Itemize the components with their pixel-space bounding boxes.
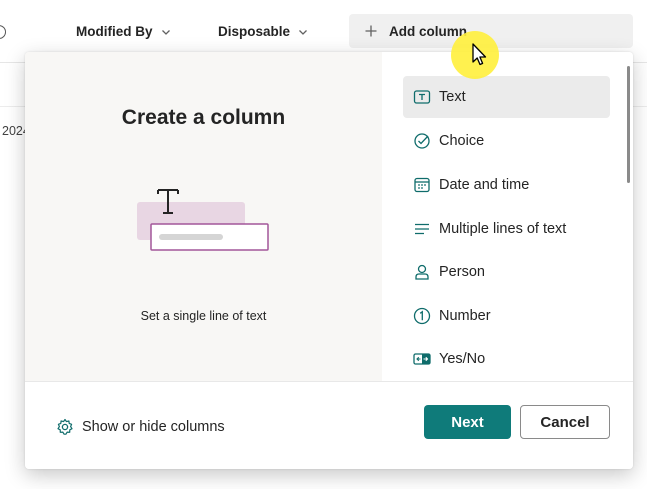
yes-no-toggle-icon: [413, 353, 431, 365]
mouse-pointer-icon: [472, 43, 487, 66]
column-type-label: Multiple lines of text: [439, 221, 567, 237]
show-hide-label: Show or hide columns: [82, 419, 225, 435]
column-type-list: Text Choice Date and time Multiple lines…: [382, 52, 633, 381]
column-header-label: Disposable: [218, 24, 291, 39]
multiline-text-icon: [415, 223, 429, 235]
column-type-label: Person: [439, 264, 485, 280]
column-type-label: Date and time: [439, 177, 530, 193]
column-type-choice[interactable]: Choice: [403, 120, 610, 162]
column-type-label: Choice: [439, 133, 485, 149]
column-type-date-and-time[interactable]: Date and time: [403, 164, 610, 206]
preview-description: Set a single line of text: [140, 309, 267, 323]
column-header-disposable[interactable]: Disposable: [218, 24, 308, 39]
chevron-down-icon: [161, 29, 170, 35]
column-status-icon: [0, 25, 6, 39]
text-column-illustration: [137, 189, 269, 251]
column-type-label: Number: [439, 308, 491, 324]
type-list-scrollbar[interactable]: [627, 66, 630, 183]
calendar-icon: [414, 177, 430, 193]
show-hide-columns-link[interactable]: Show or hide columns: [56, 418, 225, 436]
column-header-label: Modified By: [76, 24, 153, 39]
chevron-down-icon: [299, 29, 307, 35]
number-icon: [413, 307, 431, 325]
column-type-number[interactable]: Number: [403, 295, 610, 337]
column-type-yes-no[interactable]: Yes/No: [403, 338, 610, 380]
column-header-modified-by[interactable]: Modified By: [76, 24, 171, 39]
dialog-title: Create a column: [121, 106, 286, 129]
gear-icon: [57, 418, 73, 435]
dialog-footer: Show or hide columns Next Cancel: [25, 381, 633, 469]
column-type-text[interactable]: Text: [403, 76, 610, 118]
add-column-label: Add column: [389, 23, 467, 39]
choice-check-icon: [414, 133, 430, 149]
create-column-dialog: Create a column Set a single line of tex…: [25, 52, 633, 469]
column-type-label: Text: [439, 89, 466, 105]
plus-icon: [365, 25, 377, 37]
column-type-person[interactable]: Person: [403, 251, 610, 293]
next-button[interactable]: Next: [424, 405, 511, 439]
cancel-button[interactable]: Cancel: [520, 405, 610, 439]
column-type-multiple-lines-of-text[interactable]: Multiple lines of text: [403, 208, 610, 250]
person-icon: [415, 264, 429, 280]
text-field-icon: [413, 90, 431, 104]
column-type-preview: Create a column Set a single line of tex…: [25, 52, 382, 381]
column-type-label: Yes/No: [439, 351, 486, 367]
